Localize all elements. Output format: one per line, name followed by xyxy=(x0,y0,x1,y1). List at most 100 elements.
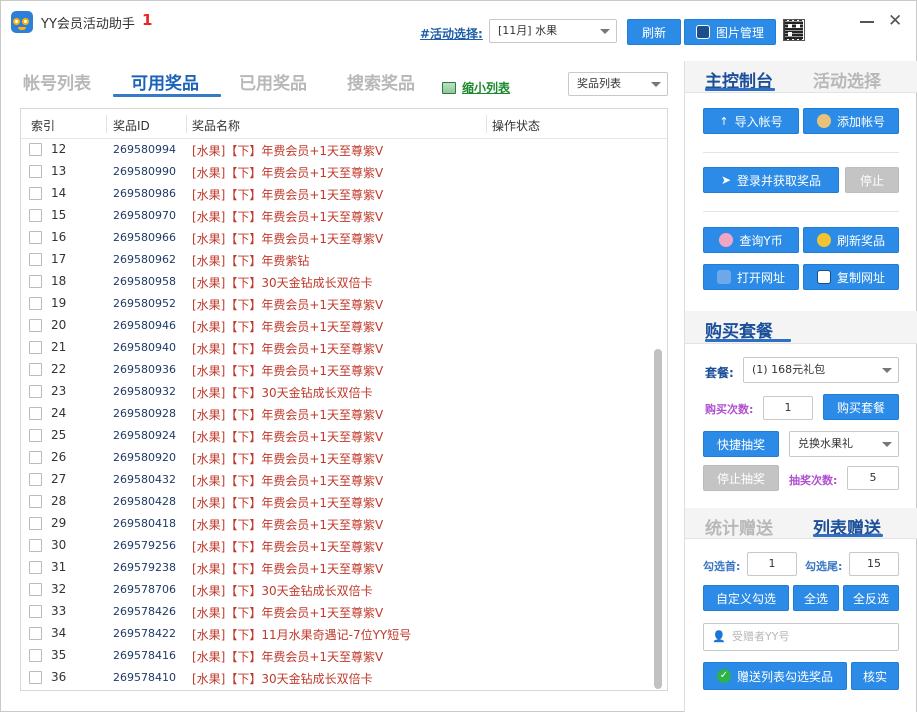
image-manager-button[interactable]: 图片管理 xyxy=(684,19,776,45)
verify-button[interactable]: 核实 xyxy=(851,662,899,690)
gift-selected-button[interactable]: ✓ 赠送列表勾选奖品 xyxy=(703,662,847,690)
add-account-button[interactable]: 添加帐号 xyxy=(803,108,899,134)
table-row[interactable]: 26 269580920 [水果]【下】年费会员+1天至尊紫V xyxy=(21,447,651,469)
row-prize-name: [水果]【下】年费会员+1天至尊紫V xyxy=(192,562,384,576)
row-checkbox[interactable] xyxy=(29,473,42,486)
table-row[interactable]: 30 269579256 [水果]【下】年费会员+1天至尊紫V xyxy=(21,535,651,557)
table-row[interactable]: 33 269578426 [水果]【下】年费会员+1天至尊紫V xyxy=(21,601,651,623)
table-row[interactable]: 35 269578416 [水果]【下】年费会员+1天至尊紫V xyxy=(21,645,651,667)
table-row[interactable]: 21 269580940 [水果]【下】年费会员+1天至尊紫V xyxy=(21,337,651,359)
custom-select-button[interactable]: 自定义勾选 xyxy=(703,585,789,611)
verify-label: 核实 xyxy=(862,669,887,684)
table-row[interactable]: 27 269580432 [水果]【下】年费会员+1天至尊紫V xyxy=(21,469,651,491)
table-row[interactable]: 23 269580932 [水果]【下】30天金钻成长双倍卡 xyxy=(21,381,651,403)
select-last-input[interactable]: 15 xyxy=(849,552,899,576)
row-checkbox[interactable] xyxy=(29,561,42,574)
refresh-button[interactable]: 刷新 xyxy=(627,19,681,45)
open-url-button[interactable]: 打开网址 xyxy=(703,264,799,290)
column-header-status[interactable]: 操作状态 xyxy=(492,117,540,134)
row-checkbox[interactable] xyxy=(29,363,42,376)
table-row[interactable]: 29 269580418 [水果]【下】年费会员+1天至尊紫V xyxy=(21,513,651,535)
stop-draw-button[interactable]: 停止抽奖 xyxy=(703,465,779,491)
row-checkbox[interactable] xyxy=(29,539,42,552)
table-row[interactable]: 25 269580924 [水果]【下】年费会员+1天至尊紫V xyxy=(21,425,651,447)
table-row[interactable]: 22 269580936 [水果]【下】年费会员+1天至尊紫V xyxy=(21,359,651,381)
close-button[interactable]: ✕ xyxy=(886,11,906,31)
select-first-input[interactable]: 1 xyxy=(747,552,797,576)
table-row[interactable]: 18 269580958 [水果]【下】30天金钻成长双倍卡 xyxy=(21,271,651,293)
quick-draw-button[interactable]: 快捷抽奖 xyxy=(703,431,779,457)
table-row[interactable]: 13 269580990 [水果]【下】年费会员+1天至尊紫V xyxy=(21,161,651,183)
row-checkbox[interactable] xyxy=(29,143,42,156)
activity-select-label[interactable]: #活动选择: xyxy=(420,25,483,42)
row-checkbox[interactable] xyxy=(29,341,42,354)
table-row[interactable]: 19 269580952 [水果]【下】年费会员+1天至尊紫V xyxy=(21,293,651,315)
draw-count-input[interactable]: 5 xyxy=(847,466,899,490)
table-row[interactable]: 14 269580986 [水果]【下】年费会员+1天至尊紫V xyxy=(21,183,651,205)
row-checkbox[interactable] xyxy=(29,297,42,310)
row-checkbox[interactable] xyxy=(29,627,42,640)
row-checkbox[interactable] xyxy=(29,451,42,464)
row-checkbox[interactable] xyxy=(29,253,42,266)
buy-package-button[interactable]: 购买套餐 xyxy=(823,394,899,420)
column-header-prize-id[interactable]: 奖品ID xyxy=(113,117,150,134)
table-row[interactable]: 15 269580970 [水果]【下】年费会员+1天至尊紫V xyxy=(21,205,651,227)
query-y-coin-button[interactable]: 查询Y币 xyxy=(703,227,799,253)
activity-select[interactable]: [11月] 水果 xyxy=(489,19,617,43)
select-last-label: 勾选尾: xyxy=(805,560,843,573)
package-select[interactable]: (1) 168元礼包 xyxy=(743,357,899,383)
tab-stat-gift[interactable]: 统计赠送 xyxy=(705,514,773,539)
row-checkbox[interactable] xyxy=(29,187,42,200)
row-checkbox[interactable] xyxy=(29,165,42,178)
table-row[interactable]: 34 269578422 [水果]【下】11月水果奇遇记-7位YY短号 xyxy=(21,623,651,645)
row-checkbox[interactable] xyxy=(29,649,42,662)
refresh-prizes-button[interactable]: 刷新奖品 xyxy=(803,227,899,253)
row-prize-name: [水果]【下】年费会员+1天至尊紫V xyxy=(192,430,384,444)
table-row[interactable]: 20 269580946 [水果]【下】年费会员+1天至尊紫V xyxy=(21,315,651,337)
table-row[interactable]: 32 269578706 [水果]【下】30天金钻成长双倍卡 xyxy=(21,579,651,601)
tab-activity-select[interactable]: 活动选择 xyxy=(813,67,881,92)
row-prize-id: 269580952 xyxy=(113,297,176,310)
list-type-select[interactable]: 奖品列表 xyxy=(568,72,668,96)
row-checkbox[interactable] xyxy=(29,517,42,530)
table-row[interactable]: 16 269580966 [水果]【下】年费会员+1天至尊紫V xyxy=(21,227,651,249)
import-account-label: 导入帐号 xyxy=(734,114,783,129)
import-account-button[interactable]: ↑ 导入帐号 xyxy=(703,108,799,134)
row-checkbox[interactable] xyxy=(29,209,42,222)
copy-url-button[interactable]: 复制网址 xyxy=(803,264,899,290)
row-checkbox[interactable] xyxy=(29,495,42,508)
recipient-yy-input[interactable]: 👤 受赠者YY号 xyxy=(703,623,899,651)
login-fetch-button[interactable]: ➤ 登录并获取奖品 xyxy=(703,167,839,193)
row-checkbox[interactable] xyxy=(29,319,42,332)
row-checkbox[interactable] xyxy=(29,231,42,244)
shrink-list-link[interactable]: 缩小列表 xyxy=(442,79,510,96)
column-header-index[interactable]: 索引 xyxy=(31,117,55,134)
tab-account-list[interactable]: 帐号列表 xyxy=(23,69,91,94)
table-row[interactable]: 28 269580428 [水果]【下】年费会员+1天至尊紫V xyxy=(21,491,651,513)
row-checkbox[interactable] xyxy=(29,385,42,398)
tab-available-prizes[interactable]: 可用奖品 xyxy=(131,69,199,94)
table-row[interactable]: 12 269580994 [水果]【下】年费会员+1天至尊紫V xyxy=(21,139,651,161)
table-row[interactable]: 17 269580962 [水果]【下】年费紫钻 xyxy=(21,249,651,271)
column-header-prize-name[interactable]: 奖品名称 xyxy=(192,117,240,134)
table-row[interactable]: 36 269578410 [水果]【下】30天金钻成长双倍卡 xyxy=(21,667,651,689)
tab-used-prizes[interactable]: 已用奖品 xyxy=(239,69,307,94)
draw-option-select[interactable]: 兑换水果礼 xyxy=(789,431,899,457)
table-row[interactable]: 31 269579238 [水果]【下】年费会员+1天至尊紫V xyxy=(21,557,651,579)
row-checkbox[interactable] xyxy=(29,583,42,596)
row-checkbox[interactable] xyxy=(29,275,42,288)
row-checkbox[interactable] xyxy=(29,671,42,684)
table-scrollbar[interactable] xyxy=(654,349,662,689)
invert-select-button[interactable]: 全反选 xyxy=(843,585,899,611)
minimize-button[interactable] xyxy=(857,11,877,31)
row-checkbox[interactable] xyxy=(29,429,42,442)
row-checkbox[interactable] xyxy=(29,605,42,618)
buy-count-input[interactable]: 1 xyxy=(763,396,813,420)
row-checkbox[interactable] xyxy=(29,407,42,420)
tab-search-prizes[interactable]: 搜索奖品 xyxy=(347,69,415,94)
stop-button[interactable]: 停止 xyxy=(845,167,899,193)
minimize-icon xyxy=(860,21,874,23)
table-row[interactable]: 24 269580928 [水果]【下】年费会员+1天至尊紫V xyxy=(21,403,651,425)
row-index: 35 xyxy=(51,648,67,662)
select-all-button[interactable]: 全选 xyxy=(793,585,839,611)
